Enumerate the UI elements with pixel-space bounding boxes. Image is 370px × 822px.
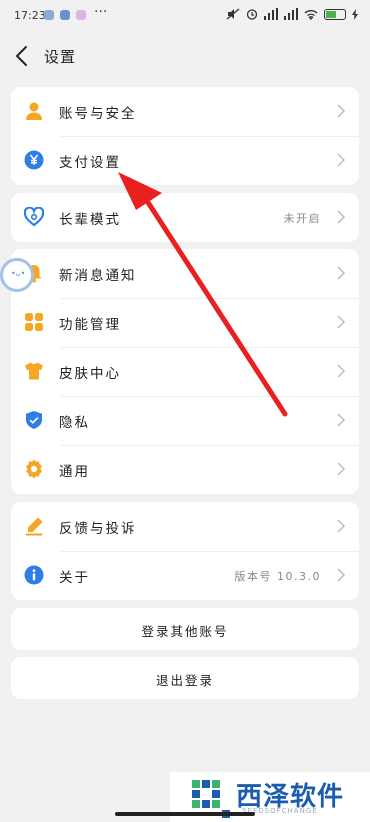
page-title: 设置: [44, 48, 77, 66]
signal-icon: [284, 8, 298, 20]
signal-icon: [264, 8, 278, 20]
battery-icon: [324, 8, 346, 20]
settings-group-elder-mode: 长辈模式 未开启: [11, 193, 359, 242]
chevron-right-icon: [337, 364, 345, 378]
shield-icon: [26, 411, 42, 429]
gear-icon: [26, 459, 42, 479]
info-icon: [24, 565, 44, 585]
floating-assistant-bubble[interactable]: •ᴗ•: [0, 258, 34, 292]
settings-item-privacy[interactable]: 隐私: [11, 396, 359, 445]
mute-icon: [226, 8, 240, 20]
settings-item-label: 关于: [59, 570, 90, 586]
switch-account-label: 登录其他账号: [141, 624, 229, 639]
settings-item-payment[interactable]: 支付设置: [11, 136, 359, 185]
settings-item-function-management[interactable]: 功能管理: [11, 298, 359, 347]
pen-icon: [25, 517, 43, 536]
status-time: 17:23: [14, 9, 46, 22]
settings-item-label: 长辈模式: [59, 212, 121, 228]
settings-item-skin-center[interactable]: 皮肤中心: [11, 347, 359, 396]
chevron-right-icon: [337, 315, 345, 329]
heart-icon: [24, 207, 44, 227]
settings-item-label: 反馈与投诉: [59, 521, 137, 537]
chevron-right-icon: [337, 568, 345, 582]
assistant-face-icon: •ᴗ•: [11, 269, 26, 278]
yuan-icon: [24, 150, 44, 170]
settings-item-label: 隐私: [59, 415, 90, 431]
shirt-icon: [25, 362, 43, 380]
user-icon: [26, 102, 42, 120]
home-indicator[interactable]: [115, 812, 255, 816]
chevron-right-icon: [337, 104, 345, 118]
chevron-right-icon: [337, 153, 345, 167]
settings-item-label: 皮肤中心: [59, 366, 121, 382]
wifi-icon: [304, 9, 318, 20]
more-notifications-icon: ···: [94, 4, 108, 20]
chevron-right-icon: [337, 413, 345, 427]
settings-item-account-security[interactable]: 账号与安全: [11, 87, 359, 136]
settings-group-general: 新消息通知 功能管理 皮肤中心 隐私 通用: [11, 249, 359, 494]
status-bar: 17:23 ···: [0, 0, 370, 32]
settings-group-about: 反馈与投诉 关于 版本号 10.3.0: [11, 502, 359, 600]
settings-item-feedback[interactable]: 反馈与投诉: [11, 502, 359, 551]
app-notification-icon: [60, 10, 70, 20]
settings-item-label: 通用: [59, 464, 90, 480]
status-indicators: [226, 8, 358, 20]
settings-item-notifications[interactable]: 新消息通知: [11, 249, 359, 298]
settings-item-label: 支付设置: [59, 155, 121, 171]
page-header: 设置: [0, 36, 370, 76]
app-notification-icon: [44, 10, 54, 20]
version-text: 版本号 10.3.0: [234, 570, 321, 583]
settings-item-elder-mode[interactable]: 长辈模式 未开启: [11, 193, 359, 242]
back-arrow-icon[interactable]: [12, 44, 32, 68]
logout-button[interactable]: 退出登录: [11, 657, 359, 699]
switch-account-button[interactable]: 登录其他账号: [11, 608, 359, 650]
settings-item-label: 账号与安全: [59, 106, 137, 122]
settings-item-value: 未开启: [283, 212, 321, 225]
settings-item-label: 功能管理: [59, 317, 121, 333]
chevron-right-icon: [337, 519, 345, 533]
chevron-right-icon: [337, 210, 345, 224]
settings-item-general[interactable]: 通用: [11, 445, 359, 494]
logout-label: 退出登录: [155, 673, 214, 688]
grid-icon: [25, 313, 43, 331]
alarm-icon: [246, 9, 258, 20]
charging-icon: [352, 8, 358, 20]
chevron-right-icon: [337, 462, 345, 476]
settings-item-about[interactable]: 关于 版本号 10.3.0: [11, 551, 359, 600]
settings-item-label: 新消息通知: [59, 268, 137, 284]
settings-group-account: 账号与安全 支付设置: [11, 87, 359, 185]
app-notification-icon: [76, 10, 86, 20]
chevron-right-icon: [337, 266, 345, 280]
